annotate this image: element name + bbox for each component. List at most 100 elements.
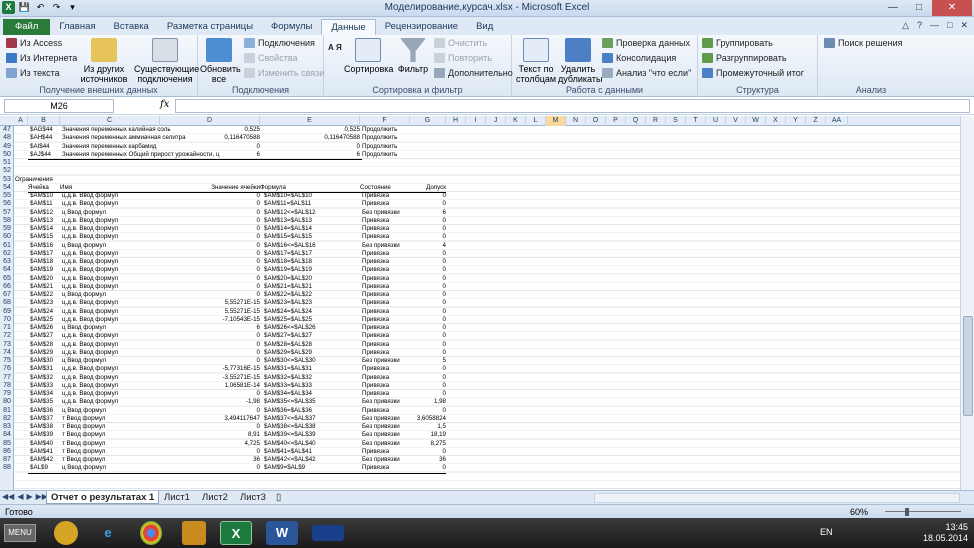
row-header-86[interactable]: 86 (0, 448, 14, 456)
horizontal-scrollbar[interactable] (594, 493, 960, 503)
row-header-49[interactable]: 49 (0, 143, 14, 151)
row-header-78[interactable]: 78 (0, 382, 14, 390)
solver-button[interactable]: Поиск решения (824, 38, 903, 48)
row-header-61[interactable]: 61 (0, 242, 14, 250)
formula-input[interactable] (175, 99, 970, 113)
ungroup-button[interactable]: Разгруппировать (702, 53, 787, 63)
column-header-a[interactable]: A (14, 116, 28, 126)
refresh-all-button[interactable]: Обновить все (200, 38, 241, 84)
row-header-59[interactable]: 59 (0, 225, 14, 233)
column-header-u[interactable]: U (706, 116, 726, 126)
row-header-58[interactable]: 58 (0, 217, 14, 225)
column-header-k[interactable]: K (506, 116, 526, 126)
row-header-84[interactable]: 84 (0, 431, 14, 439)
row-header-57[interactable]: 57 (0, 209, 14, 217)
tab-home[interactable]: Главная (50, 19, 104, 35)
tab-view[interactable]: Вид (467, 19, 502, 35)
column-header-z[interactable]: Z (806, 116, 826, 126)
sheet-tab-list3[interactable]: Лист3 (236, 491, 270, 504)
name-box[interactable]: M26 (4, 99, 114, 113)
column-header-b[interactable]: B (28, 116, 60, 126)
row-header-88[interactable]: 88 (0, 464, 14, 472)
subtotal-button[interactable]: Промежуточный итог (702, 68, 804, 78)
row-header-74[interactable]: 74 (0, 349, 14, 357)
row-header-71[interactable]: 71 (0, 324, 14, 332)
column-header-n[interactable]: N (566, 116, 586, 126)
ribbon-minimize-icon[interactable]: △ (902, 20, 909, 31)
consolidate-button[interactable]: Консолидация (602, 53, 676, 63)
row-header-79[interactable]: 79 (0, 390, 14, 398)
new-sheet-icon[interactable]: ▯ (272, 491, 285, 504)
column-header-i[interactable]: I (466, 116, 486, 126)
row-header-63[interactable]: 63 (0, 258, 14, 266)
row-header-75[interactable]: 75 (0, 357, 14, 365)
row-header-55[interactable]: 55 (0, 192, 14, 200)
row-header-77[interactable]: 77 (0, 374, 14, 382)
tab-insert[interactable]: Вставка (105, 19, 158, 35)
tab-formulas[interactable]: Формулы (262, 19, 321, 35)
sort-az-icon[interactable]: А Я (328, 43, 342, 52)
group-button[interactable]: Группировать (702, 38, 773, 48)
workbook-minimize-icon[interactable]: — (930, 20, 939, 31)
worksheet-grid[interactable]: $AG$44 Значения переменных калийная соль 0… (14, 126, 960, 490)
row-header-50[interactable]: 50 (0, 151, 14, 159)
remove-duplicates-button[interactable]: Удалить дубликаты (558, 38, 602, 84)
what-if-button[interactable]: Анализ "что если" (602, 68, 691, 78)
row-header-83[interactable]: 83 (0, 423, 14, 431)
clear-filter-button[interactable]: Очистить (434, 38, 487, 48)
column-header-m[interactable]: M (546, 116, 566, 126)
chrome-icon[interactable] (140, 521, 162, 545)
data-validation-button[interactable]: Проверка данных (602, 38, 690, 48)
column-header-p[interactable]: P (606, 116, 626, 126)
column-header-h[interactable]: H (446, 116, 466, 126)
insert-function-icon[interactable]: fx (160, 99, 169, 110)
column-header-aa[interactable]: AA (826, 116, 848, 126)
column-header-l[interactable]: L (526, 116, 546, 126)
column-header-w[interactable]: W (746, 116, 766, 126)
column-header-v[interactable]: V (726, 116, 746, 126)
language-indicator[interactable]: EN (820, 527, 833, 537)
reapply-button[interactable]: Повторить (434, 53, 492, 63)
column-header-g[interactable]: G (410, 116, 446, 126)
advanced-filter-button[interactable]: Дополнительно (434, 68, 513, 78)
from-text-button[interactable]: Из текста (6, 68, 60, 78)
maximize-button[interactable]: □ (906, 0, 932, 16)
row-header-68[interactable]: 68 (0, 299, 14, 307)
workbook-close-icon[interactable]: ✕ (960, 20, 968, 31)
column-header-x[interactable]: X (766, 116, 786, 126)
from-access-button[interactable]: Из Access (6, 38, 62, 48)
column-header-q[interactable]: Q (626, 116, 646, 126)
column-header-s[interactable]: S (666, 116, 686, 126)
sheet-tab-list2[interactable]: Лист2 (198, 491, 232, 504)
filter-button[interactable]: Фильтр (396, 38, 430, 74)
row-header-80[interactable]: 80 (0, 398, 14, 406)
zoom-slider[interactable] (885, 511, 961, 512)
column-header-o[interactable]: O (586, 116, 606, 126)
connections-button[interactable]: Подключения (244, 38, 315, 48)
start-menu-button[interactable]: MENU (4, 524, 36, 542)
row-header-65[interactable]: 65 (0, 275, 14, 283)
row-header-64[interactable]: 64 (0, 266, 14, 274)
vertical-scroll-thumb[interactable] (963, 316, 973, 416)
row-header-85[interactable]: 85 (0, 440, 14, 448)
row-header-52[interactable]: 52 (0, 167, 14, 175)
row-header-70[interactable]: 70 (0, 316, 14, 324)
row-header-66[interactable]: 66 (0, 283, 14, 291)
clock[interactable]: 13:45 18.05.2014 (923, 522, 968, 544)
from-other-sources-button[interactable]: Из других источников (76, 38, 132, 84)
row-header-60[interactable]: 60 (0, 233, 14, 241)
vertical-scrollbar[interactable] (960, 116, 974, 490)
properties-button[interactable]: Свойства (244, 53, 298, 63)
row-header-54[interactable]: 54 (0, 184, 14, 192)
column-header-j[interactable]: J (486, 116, 506, 126)
row-header-69[interactable]: 69 (0, 308, 14, 316)
sheet-tab-report[interactable]: Отчет о результатах 1 (46, 491, 160, 504)
tab-data[interactable]: Данные (321, 19, 376, 35)
row-header-51[interactable]: 51 (0, 159, 14, 167)
row-header-72[interactable]: 72 (0, 332, 14, 340)
row-header-81[interactable]: 81 (0, 407, 14, 415)
help-icon[interactable]: ? (917, 20, 922, 31)
next-sheet-icon[interactable]: ▶ (26, 492, 32, 501)
tab-review[interactable]: Рецензирование (376, 19, 467, 35)
internet-explorer-icon[interactable]: e (92, 521, 124, 545)
